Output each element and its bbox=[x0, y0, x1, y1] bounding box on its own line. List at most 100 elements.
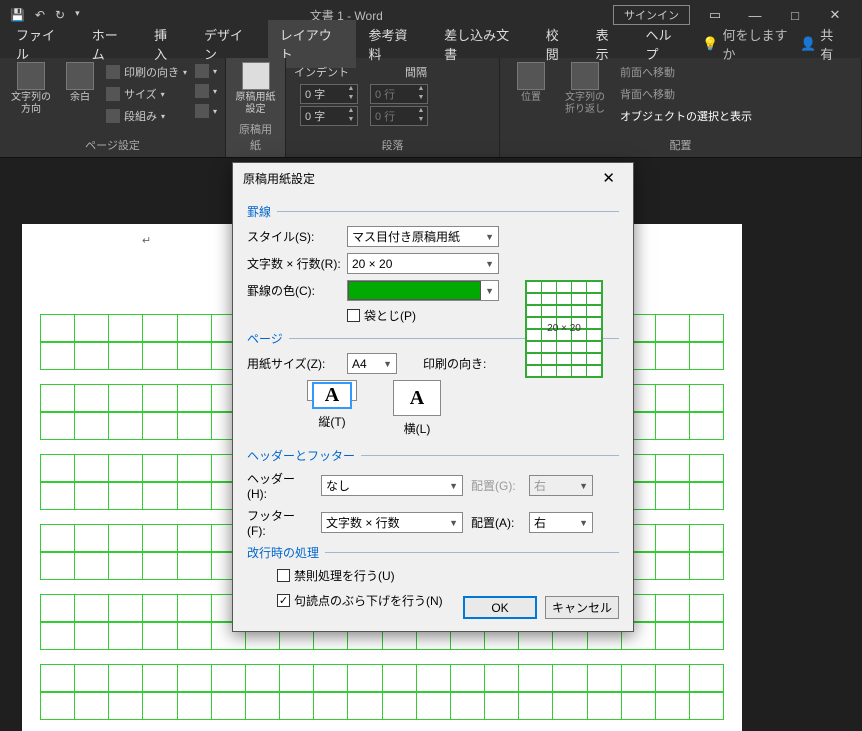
kinsoku-checkbox[interactable]: 禁則処理を行う(U) bbox=[277, 567, 619, 584]
bulb-icon: 💡 bbox=[702, 36, 718, 52]
section-grid: 罫線 bbox=[247, 203, 619, 220]
section-grid-label: 罫線 bbox=[247, 203, 271, 220]
margins-button[interactable]: 余白 bbox=[62, 62, 98, 104]
margins-label: 余白 bbox=[70, 92, 90, 104]
papersize-select[interactable]: A4▼ bbox=[347, 353, 397, 374]
header-select[interactable]: なし ▼ bbox=[321, 475, 463, 496]
header-align-value: 右 bbox=[534, 477, 546, 494]
chevron-down-icon: ▼ bbox=[485, 232, 494, 242]
hyphenation-button[interactable]: ▾ bbox=[195, 102, 217, 120]
indent-left-value[interactable] bbox=[301, 88, 345, 100]
bring-forward-button: 前面へ移動 bbox=[616, 62, 752, 82]
dialog-close-icon[interactable]: ✕ bbox=[594, 167, 623, 189]
preview-size-label: 20 × 20 bbox=[526, 323, 602, 334]
dialog-titlebar: 原稿用紙設定 ✕ bbox=[233, 163, 633, 193]
header-value: なし bbox=[326, 477, 350, 494]
wrap-label: 文字列の折り返し bbox=[562, 92, 608, 116]
minimize-icon[interactable]: — bbox=[740, 8, 770, 23]
breaks-button[interactable]: ▾ bbox=[195, 62, 217, 80]
portrait-icon: A bbox=[312, 382, 352, 409]
header-align-select: 右▼ bbox=[529, 475, 593, 496]
ok-button[interactable]: OK bbox=[463, 596, 537, 619]
orientation-landscape[interactable]: A 横(L) bbox=[393, 380, 441, 437]
indent-heading: インデント bbox=[294, 64, 349, 82]
group-label-page-setup: ページ設定 bbox=[8, 134, 217, 157]
chevron-down-icon: ▼ bbox=[481, 286, 498, 296]
position-label: 位置 bbox=[521, 92, 541, 104]
genkou-icon bbox=[242, 62, 270, 90]
spacing-after-input[interactable]: ▲▼ bbox=[370, 106, 428, 126]
close-icon[interactable]: ✕ bbox=[820, 7, 850, 23]
size-label: サイズ bbox=[124, 86, 157, 102]
header-label: ヘッダー(H): bbox=[247, 470, 313, 501]
share-icon: 👤 bbox=[800, 36, 816, 52]
send-backward-label: 背面へ移動 bbox=[620, 86, 675, 102]
group-label-genkou: 原稿用紙 bbox=[234, 118, 277, 157]
margins-icon bbox=[66, 62, 94, 90]
portrait-label: 縦(T) bbox=[318, 413, 345, 430]
breaks-icon bbox=[195, 64, 209, 78]
cancel-button[interactable]: キャンセル bbox=[545, 596, 619, 619]
hyphenation-icon bbox=[195, 104, 209, 118]
genkou-label: 原稿用紙設定 bbox=[234, 92, 277, 116]
grid-preview: 20 × 20 bbox=[525, 280, 603, 378]
genkou-settings-button[interactable]: 原稿用紙設定 bbox=[234, 62, 277, 116]
header-align-label: 配置(G): bbox=[471, 477, 521, 494]
spacing-before-value[interactable] bbox=[371, 88, 415, 100]
spacing-before-input[interactable]: ▲▼ bbox=[370, 84, 428, 104]
size-button[interactable]: サイズ▾ bbox=[106, 84, 187, 104]
chevron-down-icon: ▼ bbox=[485, 259, 494, 269]
landscape-label: 横(L) bbox=[404, 420, 431, 437]
genkou-settings-dialog: 原稿用紙設定 ✕ 罫線 スタイル(S): マス目付き原稿用紙▼ 文字数 × 行数… bbox=[232, 162, 634, 632]
indent-right-value[interactable] bbox=[301, 110, 345, 122]
selection-pane-button[interactable]: オブジェクトの選択と表示 bbox=[616, 106, 752, 126]
group-genkou: 原稿用紙設定 原稿用紙 bbox=[226, 58, 286, 157]
text-direction-label: 文字列の方向 bbox=[8, 92, 54, 116]
footer-align-select[interactable]: 右▼ bbox=[529, 512, 593, 533]
columns-button[interactable]: 段組み▾ bbox=[106, 106, 187, 126]
indent-right-input[interactable]: ▲▼ bbox=[300, 106, 358, 126]
footer-value: 文字数 × 行数 bbox=[326, 514, 400, 531]
checkbox-box-checked: ✓ bbox=[277, 594, 290, 607]
style-select[interactable]: マス目付き原稿用紙▼ bbox=[347, 226, 499, 247]
section-break: 改行時の処理 bbox=[247, 544, 619, 561]
position-icon bbox=[517, 62, 545, 90]
send-backward-button: 背面へ移動 bbox=[616, 84, 752, 104]
spacing-heading: 間隔 bbox=[405, 64, 427, 82]
color-select[interactable]: ▼ bbox=[347, 280, 499, 301]
orientation-icon bbox=[106, 65, 120, 79]
maximize-icon[interactable]: □ bbox=[780, 8, 810, 23]
chevron-down-icon: ▼ bbox=[579, 518, 588, 528]
section-header-footer: ヘッダーとフッター bbox=[247, 447, 619, 464]
text-direction-button[interactable]: 文字列の方向 bbox=[8, 62, 54, 116]
orientation-portrait[interactable]: A 縦(T) bbox=[307, 380, 357, 401]
indent-left-input[interactable]: ▲▼ bbox=[300, 84, 358, 104]
dialog-title: 原稿用紙設定 bbox=[243, 170, 315, 187]
footer-label: フッター(F): bbox=[247, 507, 313, 538]
columns-icon bbox=[106, 109, 120, 123]
chars-select[interactable]: 20 × 20 ▼ bbox=[347, 253, 499, 274]
ribbon-options-icon[interactable]: ▭ bbox=[700, 7, 730, 23]
selection-pane-label: オブジェクトの選択と表示 bbox=[620, 108, 752, 124]
landscape-icon: A bbox=[393, 380, 441, 416]
ribbon: 文字列の方向 余白 印刷の向き▾ サイズ▾ 段組み▾ ▾ ▾ ▾ ページ設定 bbox=[0, 58, 862, 158]
paragraph-mark-icon: ↵ bbox=[142, 234, 151, 247]
papersize-value: A4 bbox=[352, 357, 367, 371]
fold-checkbox[interactable]: 袋とじ(P) bbox=[347, 307, 416, 324]
footer-select[interactable]: 文字数 × 行数▼ bbox=[321, 512, 463, 533]
footer-align-value: 右 bbox=[534, 514, 546, 531]
group-arrange: 位置 文字列の折り返し 前面へ移動 背面へ移動 オブジェクトの選択と表示 配置 bbox=[500, 58, 862, 157]
line-numbers-button[interactable]: ▾ bbox=[195, 82, 217, 100]
spacing-after-value[interactable] bbox=[371, 110, 415, 122]
ribbon-tabs: ファイル ホーム 挿入 デザイン レイアウト 参考資料 差し込み文書 校閲 表示… bbox=[0, 30, 862, 58]
position-button: 位置 bbox=[508, 62, 554, 104]
chars-value: 20 × 20 bbox=[352, 257, 392, 271]
section-hf-label: ヘッダーとフッター bbox=[247, 447, 355, 464]
chevron-down-icon: ▼ bbox=[449, 481, 458, 491]
section-break-label: 改行時の処理 bbox=[247, 544, 319, 561]
checkbox-box bbox=[347, 309, 360, 322]
section-page-label: ページ bbox=[247, 330, 283, 347]
group-paragraph: インデント 間隔 ▲▼ ▲▼ ▲▼ ▲▼ 段落 bbox=[286, 58, 500, 157]
group-label-arrange: 配置 bbox=[508, 134, 853, 157]
orientation-button[interactable]: 印刷の向き▾ bbox=[106, 62, 187, 82]
